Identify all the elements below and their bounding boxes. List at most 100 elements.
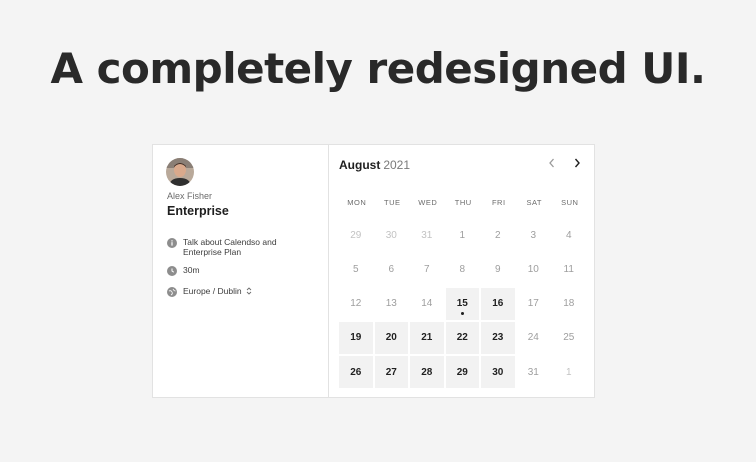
chevron-left-icon — [549, 158, 554, 168]
day-number: 28 — [421, 366, 433, 378]
available-day-button[interactable]: 26 — [339, 356, 373, 389]
day-number: 30 — [492, 366, 504, 378]
weekday-label: THU — [454, 198, 472, 207]
day-number: 18 — [563, 298, 575, 310]
weekday-label: SAT — [526, 198, 543, 207]
previous-month-button[interactable] — [545, 156, 559, 170]
event-duration: 30m — [183, 265, 200, 275]
available-day-button[interactable]: 28 — [410, 356, 444, 389]
day-number: 12 — [350, 298, 362, 310]
calendar-day: 7 — [410, 253, 444, 285]
event-description-row: Talk about Calendso and Enterprise Plan — [167, 237, 293, 257]
available-day-button[interactable]: 16 — [481, 287, 515, 320]
calendar-day: 31 — [517, 356, 551, 388]
weekday-header: MON TUE WED THU FRI SAT SUN — [339, 198, 588, 207]
day-number: 27 — [385, 366, 397, 378]
calendar-day: 25 — [552, 322, 586, 354]
chevron-right-icon — [574, 158, 580, 168]
organizer-name: Alex Fisher — [167, 191, 213, 201]
event-duration-row: 30m — [167, 265, 200, 276]
day-number: 1 — [459, 229, 466, 241]
day-number: 13 — [385, 298, 397, 310]
calendar-day: 5 — [339, 253, 373, 285]
day-number: 25 — [563, 332, 575, 344]
weekday-label: SUN — [561, 198, 579, 207]
day-number: 3 — [530, 229, 537, 241]
calendar-day: 18 — [552, 288, 586, 320]
day-number: 11 — [563, 263, 574, 275]
timezone-label: Europe / Dublin — [183, 286, 242, 296]
day-number: 31 — [527, 366, 539, 378]
calendar-day: 2 — [481, 219, 515, 251]
calendar-day: 1 — [552, 356, 586, 388]
calendar-day: 12 — [339, 288, 373, 320]
available-day-button[interactable]: 23 — [481, 321, 515, 354]
day-grid: 29 30 31 1 2 3 4 5 6 7 8 9 10 11 12 13 14 15 16 17 18 19 20 21 2… — [339, 219, 586, 389]
day-number: 22 — [456, 332, 468, 344]
day-number: 30 — [385, 229, 397, 241]
calendar-day: 9 — [481, 253, 515, 285]
calendar-day: 6 — [375, 253, 409, 285]
weekday-label: FRI — [491, 198, 506, 207]
calendar-day: 8 — [446, 253, 480, 285]
day-number: 8 — [459, 263, 466, 275]
available-day-button[interactable]: 21 — [410, 321, 444, 354]
day-number: 21 — [421, 332, 433, 344]
available-day-button[interactable]: 29 — [445, 356, 479, 389]
available-day-button[interactable]: 15 — [445, 287, 479, 320]
globe-icon — [167, 287, 177, 297]
calendar-day: 14 — [410, 288, 444, 320]
available-day-button[interactable]: 19 — [339, 321, 373, 354]
event-details-panel: Alex Fisher Enterprise Talk about Calend… — [153, 145, 329, 397]
calendar-day: 3 — [517, 219, 551, 251]
day-number: 23 — [492, 332, 504, 344]
calendar-day: 13 — [375, 288, 409, 320]
next-month-button[interactable] — [570, 156, 584, 170]
calendar-day: 4 — [552, 219, 586, 251]
day-number: 1 — [565, 366, 572, 378]
chevron-up-down-icon — [246, 286, 252, 300]
clock-icon — [167, 266, 177, 276]
day-number: 5 — [352, 263, 359, 275]
calendar-day: 30 — [375, 219, 409, 251]
event-title: Enterprise — [167, 204, 229, 218]
month-year-header: August 2021 — [339, 158, 410, 172]
weekday-label: MON — [347, 198, 367, 207]
calendar-day: 11 — [552, 253, 586, 285]
day-number: 10 — [527, 263, 539, 275]
day-number: 17 — [527, 298, 539, 310]
headline: A completely redesigned UI. — [50, 44, 706, 93]
day-number: 2 — [494, 229, 501, 241]
calendar-panel: August 2021 MON TUE WED THU FRI SAT SUN 29 30 31 1… — [330, 145, 594, 397]
day-number: 14 — [421, 298, 433, 310]
avatar — [166, 158, 194, 186]
day-number: 24 — [527, 332, 539, 344]
day-number: 4 — [565, 229, 572, 241]
weekday-label: TUE — [384, 198, 401, 207]
info-icon — [167, 238, 177, 248]
calendar-day: 24 — [517, 322, 551, 354]
day-number: 16 — [492, 298, 504, 310]
day-number: 29 — [350, 229, 362, 241]
month-label: August — [339, 158, 381, 172]
calendar-day: 10 — [517, 253, 551, 285]
day-number: 15 — [456, 298, 468, 310]
day-number: 20 — [385, 332, 397, 344]
available-day-button[interactable]: 30 — [481, 356, 515, 389]
booking-card: Alex Fisher Enterprise Talk about Calend… — [152, 144, 595, 398]
day-number: 7 — [423, 263, 430, 275]
available-day-button[interactable]: 22 — [445, 321, 479, 354]
day-number: 26 — [350, 366, 362, 378]
calendar-day: 29 — [339, 219, 373, 251]
day-number: 31 — [421, 229, 433, 241]
day-number: 29 — [456, 366, 468, 378]
calendar-day: 1 — [446, 219, 480, 251]
timezone-selector[interactable]: Europe / Dublin — [167, 286, 252, 300]
day-number: 19 — [350, 332, 362, 344]
available-day-button[interactable]: 20 — [374, 321, 408, 354]
calendar-day: 31 — [410, 219, 444, 251]
calendar-day: 17 — [517, 288, 551, 320]
available-day-button[interactable]: 27 — [374, 356, 408, 389]
day-number: 9 — [494, 263, 501, 275]
event-description: Talk about Calendso and Enterprise Plan — [183, 237, 277, 257]
